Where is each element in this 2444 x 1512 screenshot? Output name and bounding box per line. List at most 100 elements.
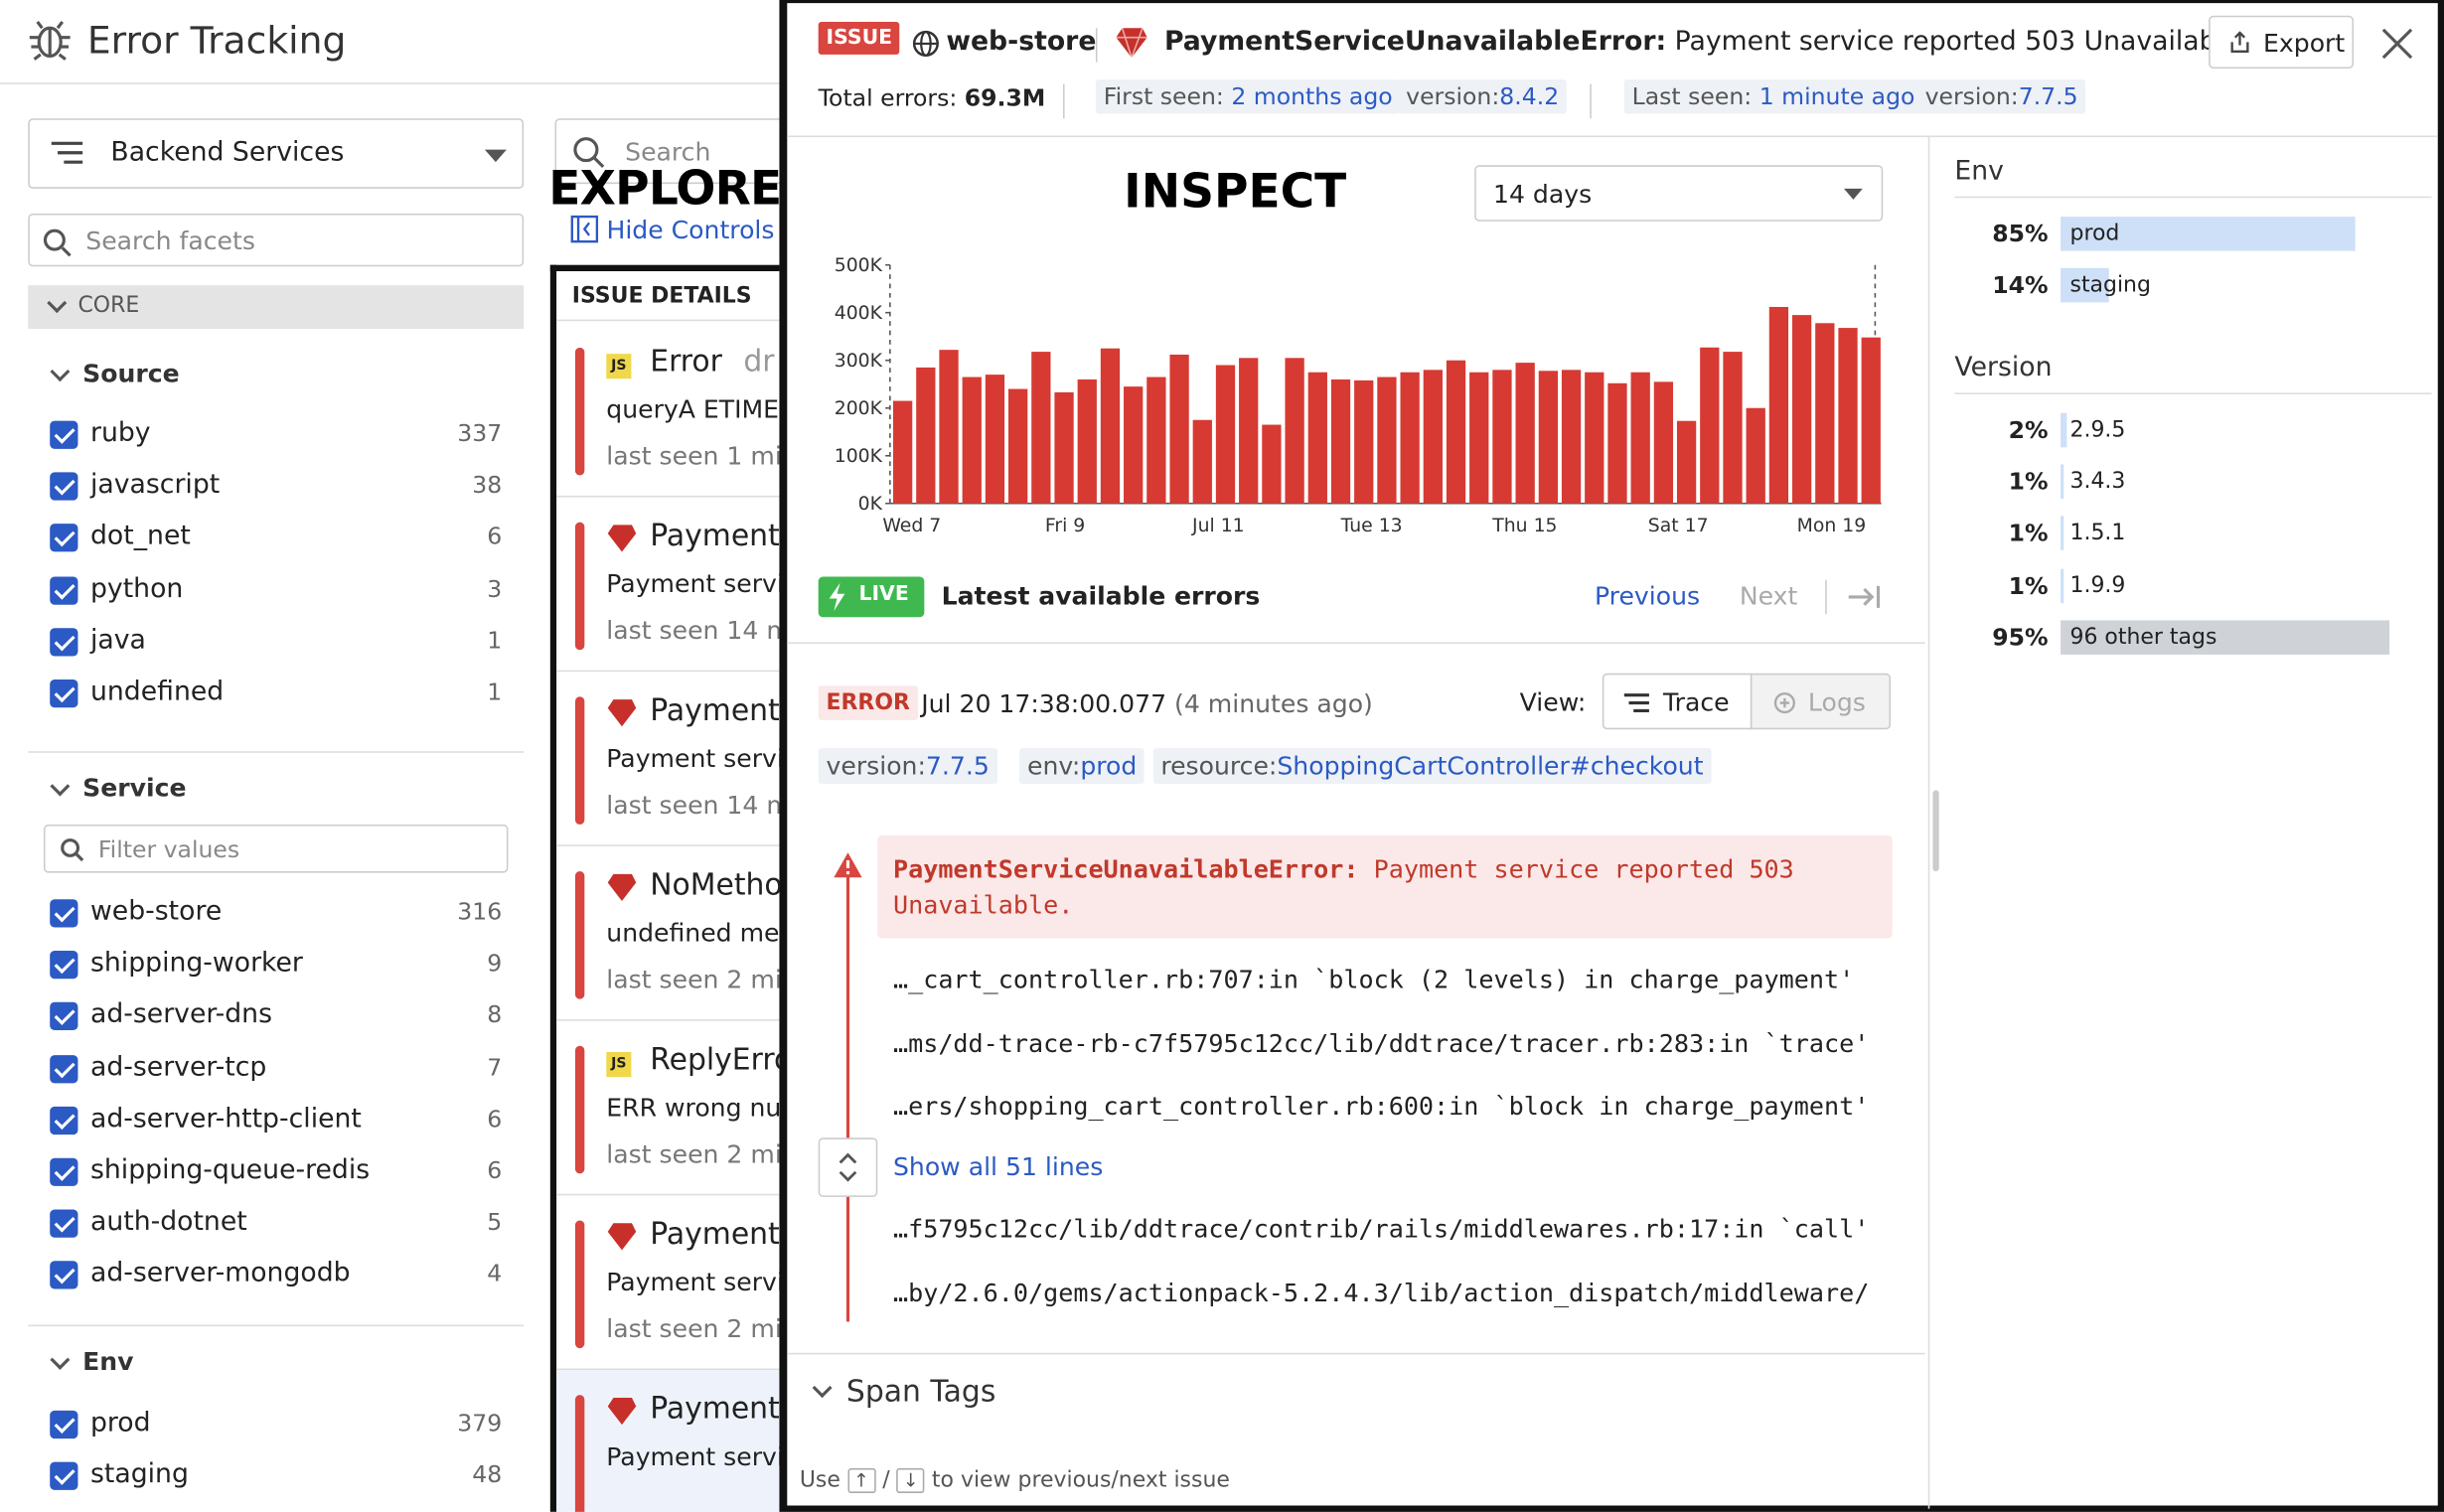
- facet-javascript[interactable]: javascript 38: [50, 470, 502, 505]
- issue-list-item[interactable]: PaymentS Payment servic last seen 2 min: [556, 1195, 788, 1371]
- facet-python[interactable]: python 3: [50, 573, 502, 608]
- facet-name: staging: [89, 1458, 189, 1491]
- export-button[interactable]: Export: [2209, 15, 2355, 70]
- stack-frame[interactable]: …ers/shopping_cart_controller.rb:600:in …: [893, 1091, 1869, 1121]
- env-group-header[interactable]: Env: [47, 1347, 515, 1382]
- facet-group-selector[interactable]: Backend Services: [28, 118, 525, 189]
- span-tags-header[interactable]: Span Tags: [809, 1375, 1121, 1416]
- checkbox[interactable]: [50, 524, 78, 553]
- previous-button[interactable]: Previous: [1595, 581, 1700, 611]
- facet-web-store[interactable]: web-store 316: [50, 896, 502, 931]
- event-tag[interactable]: env:prod: [1019, 748, 1146, 785]
- core-section-header[interactable]: CORE: [28, 285, 525, 330]
- show-all-lines-link[interactable]: Show all 51 lines: [893, 1151, 1103, 1181]
- checkbox[interactable]: [50, 472, 78, 501]
- facet-ad-server-tcp[interactable]: ad-server-tcp 7: [50, 1051, 502, 1086]
- chart-bar: [1469, 372, 1489, 504]
- issue-list-item[interactable]: NoMetho undefined met last seen 2 min: [556, 846, 788, 1021]
- checkbox[interactable]: [50, 899, 78, 928]
- facet-shipping-worker[interactable]: shipping-worker 9: [50, 948, 502, 983]
- hide-controls-link[interactable]: Hide Controls: [570, 216, 774, 244]
- tag-name[interactable]: 3.4.3: [2061, 465, 2125, 500]
- checkbox[interactable]: [50, 1410, 78, 1439]
- source-group-header[interactable]: Source: [47, 359, 515, 393]
- facet-java[interactable]: java 1: [50, 625, 502, 660]
- expand-stack-button[interactable]: [818, 1137, 878, 1197]
- facet-ad-server-dns[interactable]: ad-server-dns 8: [50, 999, 502, 1034]
- tag-percent: 2%: [2008, 415, 2049, 445]
- tag-name[interactable]: 1.9.9: [2061, 568, 2125, 603]
- checkbox[interactable]: [50, 1157, 78, 1186]
- stack-frame[interactable]: …by/2.6.0/gems/actionpack-5.2.4.3/lib/ac…: [893, 1278, 1869, 1307]
- jump-to-latest-icon[interactable]: [1847, 583, 1882, 611]
- checkbox[interactable]: [50, 1209, 78, 1239]
- tag-name[interactable]: prod: [2061, 217, 2119, 251]
- lightning-icon: [829, 582, 845, 612]
- version-stats-title: Version: [1954, 352, 2053, 383]
- issue-list-item[interactable]: PaymentS Payment servic: [556, 1370, 788, 1512]
- facet-prod[interactable]: prod 379: [50, 1408, 502, 1442]
- search-facets-input[interactable]: Search facets: [28, 213, 525, 267]
- checkbox[interactable]: [50, 1461, 78, 1491]
- issue-list-item[interactable]: JS ReplyErro ERR wrong nu last seen 2 min: [556, 1021, 788, 1196]
- service-filter-input[interactable]: Filter values: [43, 824, 509, 873]
- tag-name[interactable]: 1.5.1: [2061, 517, 2125, 551]
- issue-list-header: ISSUE DETAILS: [556, 271, 788, 322]
- facet-ruby[interactable]: ruby 337: [50, 417, 502, 452]
- chart-bar: [1192, 419, 1212, 504]
- facet-count: 337: [457, 419, 503, 448]
- checkbox[interactable]: [50, 1261, 78, 1290]
- tag-name[interactable]: 2.9.5: [2061, 413, 2125, 448]
- facet-ad-server-mongodb[interactable]: ad-server-mongodb 4: [50, 1259, 502, 1293]
- checkbox[interactable]: [50, 951, 78, 980]
- facet-auth-dotnet[interactable]: auth-dotnet 5: [50, 1207, 502, 1242]
- inspect-label: INSPECT: [1124, 165, 1347, 221]
- issue-service[interactable]: web-store: [946, 27, 1096, 58]
- tag-name[interactable]: 96 other tags: [2061, 620, 2216, 655]
- issue-list-item[interactable]: PaymentS Payment servic last seen 14 m: [556, 672, 788, 846]
- tag-value: ShoppingCartController#checkout: [1277, 751, 1704, 782]
- last-seen-value: 1 minute ago: [1758, 82, 1915, 111]
- issue-list-item[interactable]: JS Error dr queryA ETIMEO last seen 1 min: [556, 323, 788, 498]
- error-message-name: PaymentServiceUnavailableError:: [892, 853, 1359, 884]
- tag-name[interactable]: staging: [2061, 268, 2150, 303]
- stack-frame[interactable]: …ms/dd-trace-rb-c7f5795c12cc/lib/ddtrace…: [893, 1028, 1869, 1058]
- facet-name: shipping-queue-redis: [89, 1154, 371, 1186]
- y-tick-label: 400K: [835, 303, 883, 324]
- down-key-icon: ↓: [896, 1467, 925, 1494]
- facet-dot_net[interactable]: dot_net 6: [50, 522, 502, 556]
- next-button[interactable]: Next: [1740, 581, 1797, 611]
- stack-frame[interactable]: …_cart_controller.rb:707:in `block (2 le…: [893, 965, 1854, 994]
- checkbox[interactable]: [50, 1054, 78, 1083]
- facet-name: ad-server-mongodb: [89, 1258, 351, 1290]
- checkbox[interactable]: [50, 575, 78, 605]
- stack-frame[interactable]: …f5795c12cc/lib/ddtrace/contrib/rails/mi…: [893, 1214, 1869, 1244]
- facet-shipping-queue-redis[interactable]: shipping-queue-redis 6: [50, 1155, 502, 1190]
- error-message-line-1: PaymentServiceUnavailableError: Payment …: [893, 854, 1794, 884]
- facet-undefined[interactable]: undefined 1: [50, 677, 502, 711]
- facet-count: 6: [487, 523, 503, 551]
- facet-ad-server-http-client[interactable]: ad-server-http-client 6: [50, 1103, 502, 1137]
- tag-key: resource:: [1160, 751, 1278, 782]
- errors-bar-chart[interactable]: 500K 400K 300K 200K 100K 0KWed 7 Fri 9 Jul 11 Tu…: [819, 240, 1895, 552]
- issue-list-item[interactable]: PaymentS Payment servic last seen 14 m: [556, 497, 788, 673]
- checkbox[interactable]: [50, 1106, 78, 1134]
- trace-view-button[interactable]: Trace: [1602, 673, 1753, 730]
- event-tag[interactable]: resource:ShoppingCartController#checkout: [1152, 748, 1712, 785]
- panel-scrollbar[interactable]: [1932, 790, 1939, 872]
- time-range-select[interactable]: 14 days: [1474, 165, 1884, 222]
- checkbox[interactable]: [50, 680, 78, 708]
- divider: [1954, 196, 2432, 199]
- close-icon[interactable]: [2380, 27, 2415, 62]
- service-group-header[interactable]: Service: [47, 773, 515, 808]
- chart-bar: [1077, 378, 1097, 504]
- env-stats-title: Env: [1954, 155, 2004, 188]
- logs-view-button[interactable]: Logs: [1750, 673, 1892, 730]
- event-tag[interactable]: version:7.7.5: [818, 748, 997, 785]
- checkbox[interactable]: [50, 1002, 78, 1031]
- checkbox[interactable]: [50, 420, 78, 449]
- checkbox[interactable]: [50, 627, 78, 657]
- search-icon: [43, 228, 72, 257]
- x-tick-label: Wed 7: [882, 516, 941, 536]
- facet-staging[interactable]: staging 48: [50, 1459, 502, 1494]
